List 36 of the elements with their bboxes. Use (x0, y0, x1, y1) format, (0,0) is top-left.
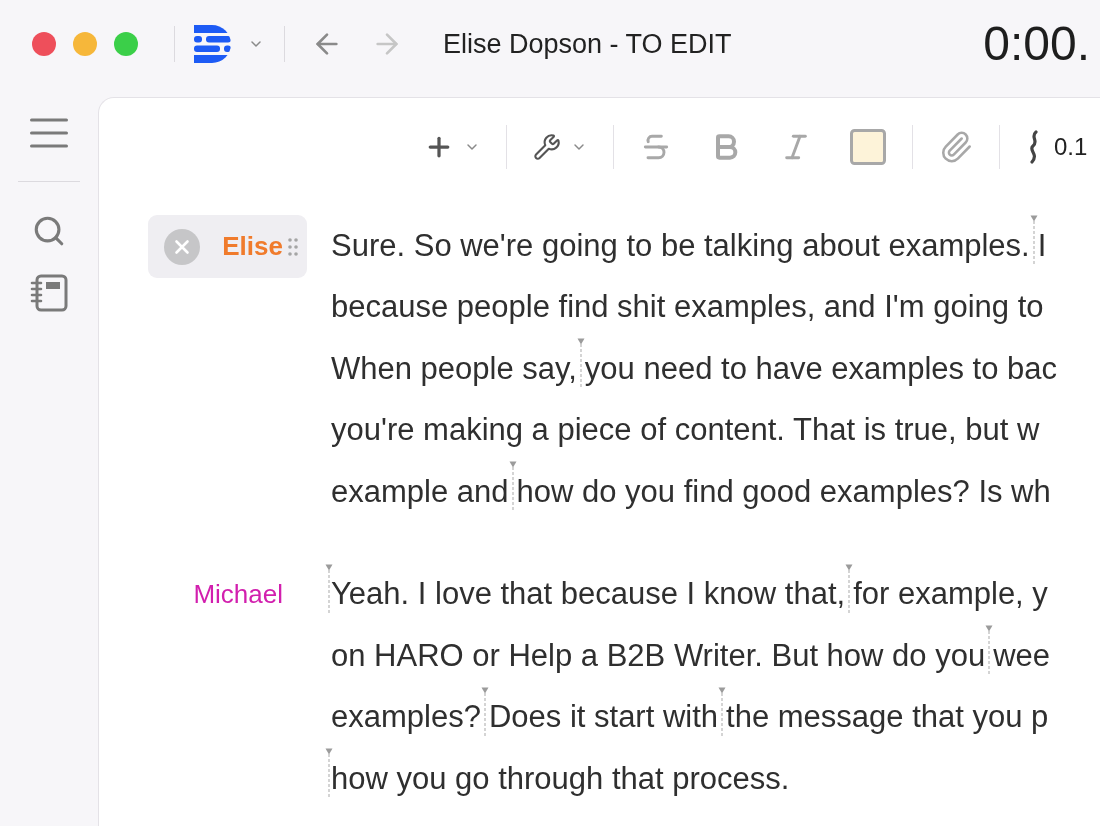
tools-button[interactable] (533, 132, 587, 161)
transcript-text: I (1037, 226, 1047, 265)
speaker-name[interactable]: Michael (193, 574, 283, 614)
transcript-text: Yeah. I love that because I know that, (331, 575, 846, 613)
transcript-text: Sure. So we're going to be talking about examples. (331, 226, 1030, 265)
transcript-text: wee (993, 636, 1051, 675)
transcript-text: examples? (331, 698, 481, 736)
close-window-icon[interactable] (32, 32, 56, 56)
transcript-text: how you go through that process. (331, 759, 790, 798)
transcript-text: because people find shit examples, and I'm going to (331, 288, 1044, 326)
drag-handle-icon[interactable] (288, 236, 298, 257)
transcript-text: you need to have examples to bac (584, 349, 1058, 388)
transcript-text: Does it start with (488, 698, 719, 736)
close-icon[interactable] (164, 228, 200, 265)
transcript-text: the message that you p (726, 698, 1049, 736)
workspace-menu-button[interactable] (194, 25, 264, 63)
timer-display: 0:00. (983, 20, 1090, 68)
minimize-window-icon[interactable] (73, 32, 97, 56)
transcript-text: example and (331, 472, 509, 511)
toolbar-value: 0.1 (1054, 131, 1088, 162)
paperclip-icon (939, 129, 973, 164)
speaker-tag[interactable]: Elise (148, 215, 307, 278)
highlight-swatch-icon (850, 128, 886, 165)
transcript-text: When people say, (331, 349, 577, 388)
transcript-text: for example, y (853, 575, 1048, 613)
transcript-text: you're making a piece of content. That is true, but w (331, 411, 1040, 449)
transcript-text: how do you find good examples? Is wh (516, 472, 1051, 511)
notebook-icon[interactable] (30, 274, 68, 312)
striped-logo-icon (194, 25, 231, 63)
document-title: Elise Dopson - TO EDIT (443, 27, 732, 61)
menu-icon[interactable] (30, 117, 68, 149)
search-icon[interactable] (32, 214, 66, 248)
wrench-icon (533, 132, 561, 161)
speaker-name[interactable]: Elise (222, 227, 283, 266)
transcript-text: on HARO or Help a B2B Writer. But how do you (331, 636, 986, 675)
maximize-window-icon[interactable] (114, 32, 138, 56)
